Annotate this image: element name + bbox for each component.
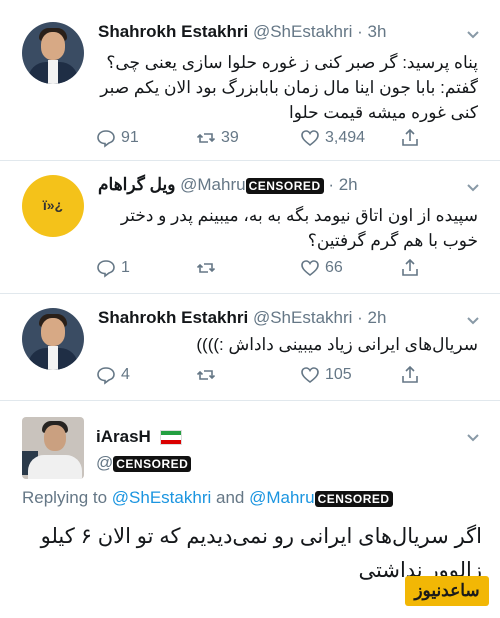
author-handle[interactable]: @ <box>96 453 113 472</box>
tweet-2[interactable]: ï»¿ ویل گراهام @Mahru CENSORED · 2h سپیده… <box>0 161 500 293</box>
like-button[interactable]: 105 <box>300 364 352 386</box>
avatar-glyph: ï»¿ <box>42 197 64 213</box>
retweet-button[interactable] <box>196 257 221 279</box>
replying-user-link[interactable]: @ShEstakhri <box>112 488 211 507</box>
tweet-time[interactable]: · 3h <box>357 22 386 41</box>
tweet-actions: 1 66 <box>96 257 476 279</box>
reply-icon <box>97 367 115 385</box>
tweet-actions: 91 39 3,494 <box>96 127 476 149</box>
replying-prefix: Replying to <box>22 488 108 507</box>
reply-icon <box>97 260 115 278</box>
share-icon <box>402 258 418 276</box>
tweet-text: سریال‌های ایرانی زیاد میبینی داداش :)))) <box>196 335 478 354</box>
share-icon <box>402 365 418 383</box>
author-name[interactable]: Shahrokh Estakhri <box>98 22 248 41</box>
author-name[interactable]: ویل گراهام <box>98 175 175 194</box>
tweet-header: Shahrokh Estakhri @ShEstakhri · 2h <box>98 308 386 328</box>
tweet-time[interactable]: · 2h <box>328 175 357 194</box>
avatar[interactable]: ï»¿ <box>22 175 84 237</box>
author-handle[interactable]: @ShEstakhri <box>253 22 352 41</box>
iran-flag-icon <box>159 430 182 446</box>
reply-button[interactable]: 1 <box>96 257 130 279</box>
author-handle[interactable]: @Mahru <box>180 175 245 194</box>
like-button[interactable]: 66 <box>300 257 343 279</box>
retweet-button[interactable] <box>196 364 221 386</box>
tweet-header: Shahrokh Estakhri @ShEstakhri · 3h <box>98 22 386 42</box>
tweet-time[interactable]: · 2h <box>357 308 386 327</box>
tweet-text: پناه پرسید: گر صبر کنی ز غوره حلوا سازی … <box>100 53 478 122</box>
retweet-button[interactable]: 39 <box>196 127 239 149</box>
heart-icon <box>301 130 319 147</box>
like-count: 105 <box>325 366 352 383</box>
watermark-logo: ساعدنیوز <box>405 576 489 606</box>
share-button[interactable] <box>400 127 425 149</box>
reply-count: 91 <box>121 129 139 146</box>
author-handle-row: @ CENSORED <box>96 453 192 473</box>
tweet-1[interactable]: Shahrokh Estakhri @ShEstakhri · 3h پناه … <box>0 0 500 160</box>
chevron-down-icon[interactable] <box>466 431 480 445</box>
tweet-header: ویل گراهام @Mahru CENSORED · 2h <box>98 175 358 195</box>
retweet-icon <box>196 263 216 273</box>
reply-icon <box>97 130 115 148</box>
share-button[interactable] <box>400 257 425 279</box>
censored-badge: CENSORED <box>245 177 324 194</box>
reply-count: 1 <box>121 259 130 276</box>
reply-button[interactable]: 91 <box>96 127 139 149</box>
tweet-actions: 4 105 <box>96 364 476 386</box>
chevron-down-icon[interactable] <box>466 28 480 42</box>
author-handle[interactable]: @ShEstakhri <box>253 308 352 327</box>
like-count: 3,494 <box>325 129 366 146</box>
heart-icon <box>301 260 319 277</box>
censored-badge: CENSORED <box>314 490 393 507</box>
like-count: 66 <box>325 259 343 276</box>
author-name[interactable]: iArasH <box>96 427 151 446</box>
tweet-text: سپیده از اون اتاق نیومد بگه به به، میبین… <box>120 206 478 250</box>
avatar[interactable] <box>22 308 84 370</box>
retweet-icon <box>196 133 216 143</box>
heart-icon <box>301 367 319 384</box>
retweet-count: 39 <box>221 129 239 146</box>
avatar[interactable] <box>22 22 84 84</box>
replying-to: Replying to @ShEstakhri and @Mahru CENSOR… <box>22 488 393 508</box>
author-name-row: iArasH <box>96 427 182 447</box>
share-button[interactable] <box>400 364 425 386</box>
like-button[interactable]: 3,494 <box>300 127 365 149</box>
chevron-down-icon[interactable] <box>466 314 480 328</box>
replying-and: and <box>216 488 245 507</box>
replying-user-link[interactable]: @Mahru <box>249 488 314 507</box>
author-name[interactable]: Shahrokh Estakhri <box>98 308 248 327</box>
retweet-icon <box>196 370 216 380</box>
censored-badge: CENSORED <box>113 455 192 472</box>
reply-button[interactable]: 4 <box>96 364 130 386</box>
chevron-down-icon[interactable] <box>466 181 480 195</box>
tweet-3[interactable]: Shahrokh Estakhri @ShEstakhri · 2h سریال… <box>0 294 500 400</box>
reply-count: 4 <box>121 366 130 383</box>
share-icon <box>402 128 418 146</box>
avatar[interactable] <box>22 417 84 479</box>
